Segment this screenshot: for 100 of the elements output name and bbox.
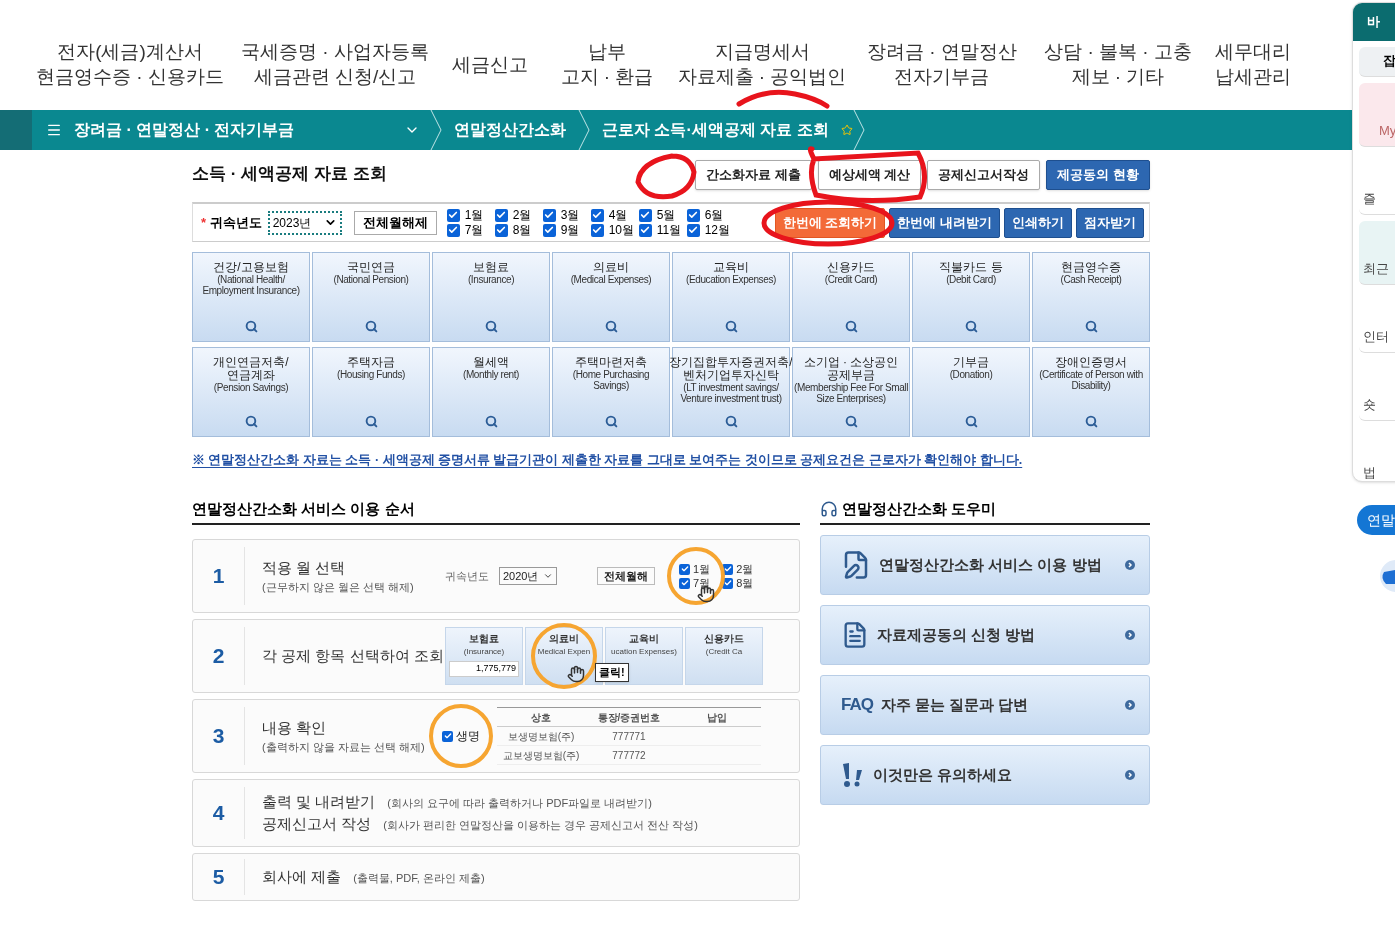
panel-title: 바 [1367, 13, 1380, 32]
helper-link[interactable]: 자료제공동의 신청 방법 [820, 605, 1150, 665]
checkbox[interactable] [679, 563, 690, 575]
checkbox[interactable] [679, 577, 690, 589]
checkbox[interactable] [446, 208, 460, 222]
section-title: 연말정산간소화 도우미 [842, 498, 997, 519]
action-button[interactable]: 한번에 내려받기 [889, 207, 1000, 238]
header-button[interactable]: 간소화자료 제출 [695, 160, 812, 190]
category-subtitle: (Insurance) [466, 274, 516, 285]
category-tile[interactable]: 교육비 (Education Expenses) [672, 252, 790, 342]
page-title: 소득 · 세액공제 자료 조회 [192, 162, 387, 185]
checkbox[interactable] [722, 577, 734, 589]
nav-menu-item[interactable]: 세무대리 납세관리 [1215, 38, 1291, 90]
checkbox[interactable] [638, 208, 652, 222]
category-tile[interactable]: 소기업 · 소상공인 공제부금 (Membership Fee For Small Size Enterprises) [792, 347, 910, 437]
search-icon [1084, 415, 1098, 428]
category-title: 의료비 [593, 261, 629, 274]
category-subtitle: (Cash Receipt) [1059, 274, 1123, 285]
nav-menu-item[interactable]: 전자(세금)계산서 현금영수증 · 신용카드 [36, 38, 224, 90]
category-tile[interactable]: 국민연금 (National Pension) [312, 252, 430, 342]
checkbox[interactable] [686, 208, 700, 222]
category-title: 국민연금 [347, 261, 395, 274]
month-label: 4월 [608, 207, 628, 223]
action-button[interactable]: 인쇄하기 [1004, 207, 1072, 238]
category-tile[interactable]: 주택마련저축 (Home Purchasing Savings) [552, 347, 670, 437]
month-label: 10월 [608, 222, 635, 238]
category-tile[interactable]: 장기집합투자증권저축/ 벤처기업투자신탁 (LT investment savings/ Venture investment trust) [672, 347, 790, 437]
menu-dropdown[interactable]: 장려금 · 연말정산 · 전자기부금 [32, 110, 430, 150]
category-title: 장기집합투자증권저축/ 벤처기업투자신탁 [669, 356, 793, 382]
checkbox[interactable] [542, 223, 556, 237]
checkbox[interactable] [542, 208, 556, 222]
category-tile[interactable]: 개인연금저축/ 연금계좌 (Pension Savings) [192, 347, 310, 437]
quick-menu-item[interactable]: 숏 [1359, 394, 1376, 414]
checkmark-icon [640, 210, 651, 220]
nav-menu-item[interactable]: 세금신고 [452, 38, 528, 90]
month-label: 6월 [704, 207, 724, 223]
separator-chevron [578, 110, 590, 150]
step-number: 3 [212, 723, 225, 750]
helper-link[interactable]: 연말정산간소화 서비스 이용 방법 [820, 535, 1150, 595]
checkbox[interactable] [446, 223, 460, 237]
category-tile[interactable]: 신용카드 (Credit Card) [792, 252, 910, 342]
search-icon [724, 320, 738, 333]
arrow-circle-icon [1125, 770, 1135, 780]
notice-link[interactable]: ※ 연말정산간소화 자료는 소득 · 세액공제 증명서류 발급기관이 제출한 자료를 그대로 보여주는 것이므로 공제요건은 근로자가 확인해야 합니다. [192, 453, 1023, 467]
nav-menu-item[interactable]: 장려금 · 연말정산 전자기부금 [867, 38, 1017, 90]
checkbox[interactable] [494, 208, 508, 222]
month-label: 12월 [704, 222, 731, 238]
quick-menu-item[interactable]: 즐 [1359, 188, 1376, 208]
nav-menu-item[interactable]: 지급명세서 자료제출 · 공익법인 [677, 38, 847, 90]
clear-months-button[interactable]: 전체월해제 [353, 210, 437, 235]
category-tile: 보험료 (Insurance) 1,775,779 [445, 627, 523, 685]
category-tile[interactable]: 직불카드 등 (Debit Card) [912, 252, 1030, 342]
category-title: 신용카드 [827, 261, 875, 274]
action-button[interactable]: 점자받기 [1076, 207, 1144, 238]
quick-menu-item[interactable]: 인터 [1359, 326, 1389, 346]
category-tile[interactable]: 현금영수증 (Cash Receipt) [1032, 252, 1150, 342]
year-select[interactable]: 2023년 [267, 210, 342, 235]
step-note: (근무하지 않은 월은 선택 해제) [262, 580, 414, 595]
category-title: 장애인증명서 [1055, 356, 1127, 369]
header-button[interactable]: 예상세액 계산 [817, 160, 922, 190]
category-tile[interactable]: 의료비 (Medical Expenses) [552, 252, 670, 342]
category-tile[interactable]: 주택자금 (Housing Funds) [312, 347, 430, 437]
checkbox[interactable] [722, 563, 734, 575]
category-tile[interactable]: 보험료 (Insurance) [432, 252, 550, 342]
step-title: 공제신고서 작성 [262, 814, 372, 834]
category-tile[interactable]: 건강/고용보험 (National Health/ Employment Insurance) [192, 252, 310, 342]
quick-menu-item[interactable]: 법 [1359, 462, 1376, 481]
search-icon [244, 320, 258, 333]
breadcrumb-link[interactable]: 근로자 소득·세액공제 자료 조회 [590, 118, 841, 142]
checkbox[interactable] [442, 730, 453, 742]
category-title: 월세액 [473, 356, 509, 369]
checkbox[interactable] [686, 223, 700, 237]
category-tile[interactable]: 장애인증명서 (Certificate of Person with Disability) [1032, 347, 1150, 437]
nav-menu-item[interactable]: 상담 · 불복 · 고충 제보 · 기타 [1044, 38, 1192, 90]
highlight-ring [667, 547, 725, 605]
checkbox[interactable] [590, 208, 604, 222]
exclamation-icon [841, 762, 865, 788]
zoomed-cell-text: 생명 [456, 728, 480, 745]
checkbox[interactable] [494, 223, 508, 237]
step-title: 내용 확인 [262, 717, 328, 738]
checkmark-icon [592, 225, 603, 235]
checkbox[interactable] [638, 223, 652, 237]
category-subtitle: (National Health/ Employment Insurance) [201, 274, 301, 296]
nav-menu-item[interactable]: 국세증명 · 사업자등록 세금관련 신청/신고 [241, 38, 429, 90]
floating-pill-button[interactable]: 연말 [1357, 505, 1395, 535]
search-icon [364, 320, 378, 333]
header-button[interactable]: 공제신고서작성 [927, 160, 1041, 190]
helper-link[interactable]: 이것만은 유의하세요 [820, 745, 1150, 805]
table-cell-text: 보생명보험(주) [506, 729, 576, 744]
checkbox[interactable] [590, 223, 604, 237]
category-tile[interactable]: 기부금 (Donation) [912, 347, 1030, 437]
helper-link[interactable]: FAQ 자주 묻는 질문과 답변 [820, 675, 1150, 735]
checkmark-icon [688, 210, 699, 220]
arrow-circle-icon [1125, 630, 1135, 640]
breadcrumb-link[interactable]: 연말정산간소화 [442, 118, 578, 142]
category-subtitle: (Medical Expenses) [569, 274, 653, 285]
nav-menu-item[interactable]: 납부 고지 · 환급 [560, 38, 654, 90]
category-tile[interactable]: 월세액 (Monthly rent) [432, 347, 550, 437]
star-icon[interactable] [840, 124, 853, 136]
header-button[interactable]: 제공동의 현황 [1046, 160, 1150, 190]
